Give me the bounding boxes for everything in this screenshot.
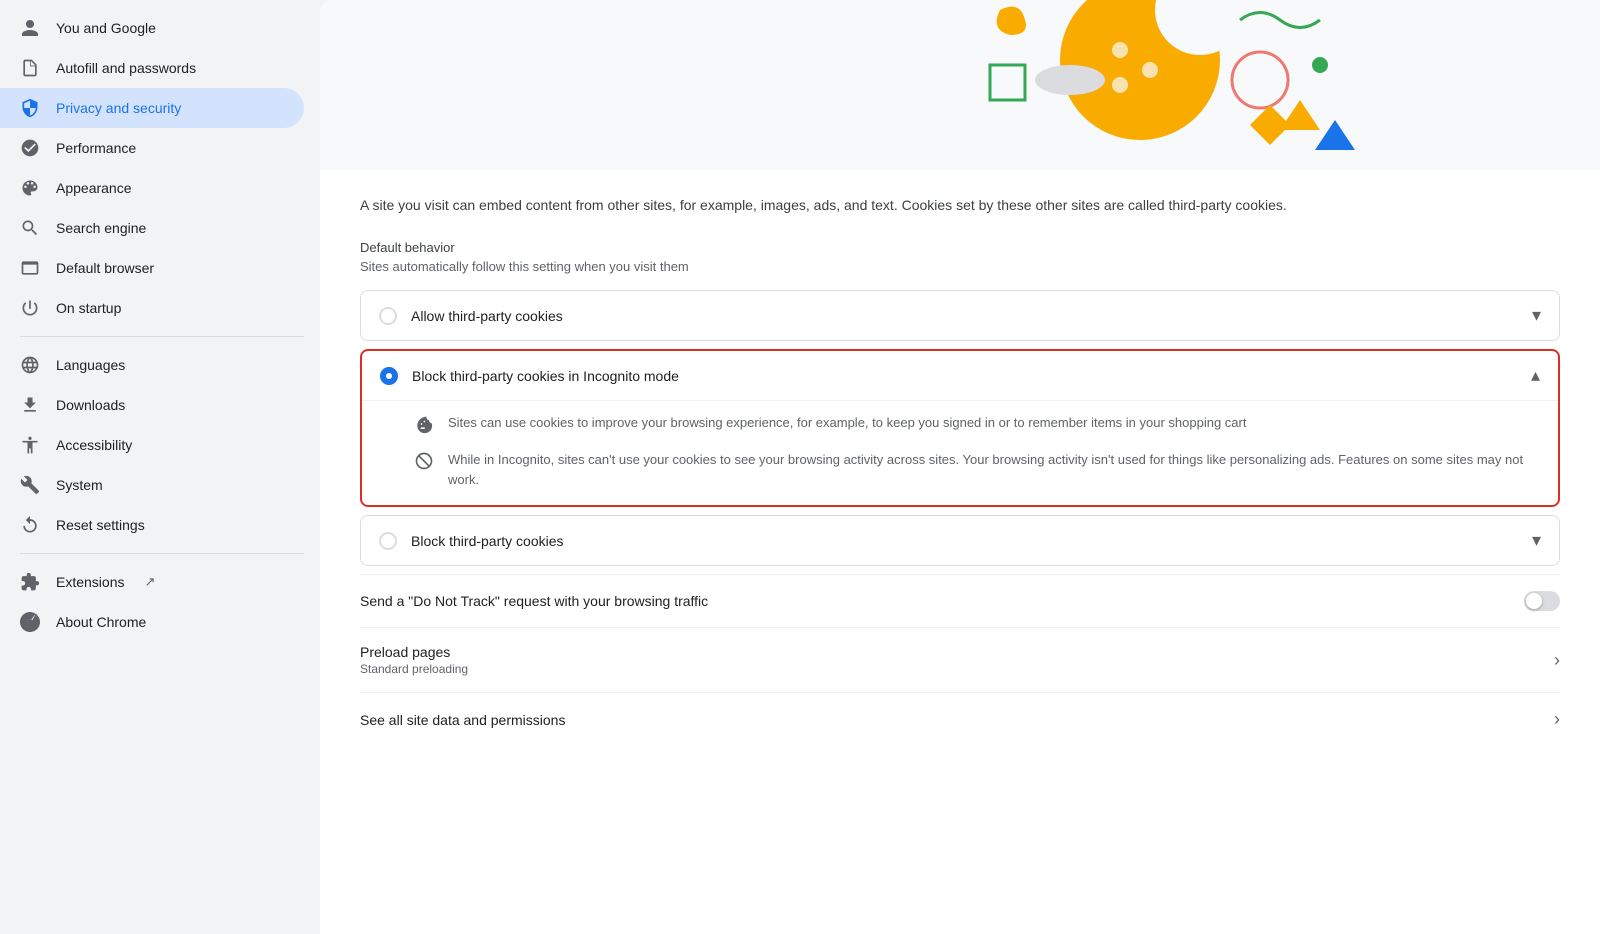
allow-chevron-icon: ▾: [1532, 305, 1541, 326]
sidebar-item-reset[interactable]: Reset settings: [0, 505, 304, 545]
radio-left: Allow third-party cookies: [379, 307, 563, 325]
sidebar-item-label: Reset settings: [56, 517, 145, 533]
sidebar-item-accessibility[interactable]: Accessibility: [0, 425, 304, 465]
default-behavior-section: Default behavior Sites automatically fol…: [360, 240, 1560, 274]
sidebar-item-label: Search engine: [56, 220, 146, 236]
site-data-row[interactable]: See all site data and permissions ›: [360, 692, 1560, 746]
sidebar-item-about[interactable]: About Chrome: [0, 602, 304, 642]
sidebar-item-system[interactable]: System: [0, 465, 304, 505]
chrome-icon: [20, 612, 40, 632]
detail-item-incognito: While in Incognito, sites can't use your…: [414, 450, 1542, 489]
block-incognito-option[interactable]: Block third-party cookies in Incognito m…: [360, 349, 1560, 507]
main-content: A site you visit can embed content from …: [320, 0, 1600, 934]
sidebar-item-extensions[interactable]: Extensions ↗: [0, 562, 304, 602]
sidebar-item-label: You and Google: [56, 20, 156, 36]
site-data-arrow: ›: [1554, 709, 1560, 730]
preload-pages-subtitle: Standard preloading: [360, 662, 468, 676]
detail-item-cookies: Sites can use cookies to improve your br…: [414, 413, 1542, 434]
block-incognito-label: Block third-party cookies in Incognito m…: [412, 368, 679, 384]
sidebar-item-default-browser[interactable]: Default browser: [0, 248, 304, 288]
radio-left: Block third-party cookies in Incognito m…: [380, 367, 679, 385]
sidebar-item-autofill[interactable]: Autofill and passwords: [0, 48, 304, 88]
sidebar-item-label: On startup: [56, 300, 121, 316]
sidebar: You and Google Autofill and passwords Pr…: [0, 0, 320, 934]
do-not-track-row[interactable]: Send a "Do Not Track" request with your …: [360, 574, 1560, 627]
extensions-icon: [20, 572, 40, 592]
sidebar-item-label: Accessibility: [56, 437, 132, 453]
preload-pages-title: Preload pages: [360, 644, 468, 660]
site-data-title: See all site data and permissions: [360, 712, 565, 728]
sidebar-item-performance[interactable]: Performance: [0, 128, 304, 168]
globe-icon: [20, 355, 40, 375]
external-link-icon: ↗: [144, 574, 155, 590]
search-icon: [20, 218, 40, 238]
sidebar-divider-2: [20, 553, 304, 554]
sidebar-item-label: Appearance: [56, 180, 132, 196]
block-all-label: Block third-party cookies: [411, 533, 564, 549]
radio-left: Block third-party cookies: [379, 532, 564, 550]
sidebar-item-label: Languages: [56, 357, 125, 373]
system-icon: [20, 475, 40, 495]
description-text: A site you visit can embed content from …: [360, 194, 1560, 216]
autofill-icon: [20, 58, 40, 78]
sidebar-item-label: Performance: [56, 140, 136, 156]
cookie-detail-icon: [414, 414, 434, 434]
sidebar-item-label: Privacy and security: [56, 100, 181, 116]
sidebar-divider-1: [20, 336, 304, 337]
sidebar-item-label: Extensions: [56, 574, 124, 590]
allow-cookies-option[interactable]: Allow third-party cookies ▾: [360, 290, 1560, 341]
browser-icon: [20, 258, 40, 278]
sidebar-item-label: System: [56, 477, 103, 493]
sidebar-item-downloads[interactable]: Downloads: [0, 385, 304, 425]
sidebar-item-label: Autofill and passwords: [56, 60, 196, 76]
detail-text-incognito: While in Incognito, sites can't use your…: [448, 450, 1542, 489]
accessibility-icon: [20, 435, 40, 455]
default-behavior-label: Default behavior: [360, 240, 1560, 255]
block-incognito-chevron-icon: ▴: [1531, 365, 1540, 386]
sidebar-item-search-engine[interactable]: Search engine: [0, 208, 304, 248]
expanded-details: Sites can use cookies to improve your br…: [362, 400, 1558, 505]
person-icon: [20, 18, 40, 38]
block-all-option[interactable]: Block third-party cookies ▾: [360, 515, 1560, 566]
decorative-header: [320, 0, 1600, 170]
sidebar-item-languages[interactable]: Languages: [0, 345, 304, 385]
sidebar-item-label: Default browser: [56, 260, 154, 276]
reset-icon: [20, 515, 40, 535]
sidebar-item-label: About Chrome: [56, 614, 146, 630]
performance-icon: [20, 138, 40, 158]
sidebar-item-privacy[interactable]: Privacy and security: [0, 88, 304, 128]
palette-icon: [20, 178, 40, 198]
content-body: A site you visit can embed content from …: [320, 170, 1600, 770]
block-detail-icon: [414, 451, 434, 471]
download-icon: [20, 395, 40, 415]
sidebar-item-label: Downloads: [56, 397, 125, 413]
preload-pages-row[interactable]: Preload pages Standard preloading ›: [360, 627, 1560, 692]
preload-pages-arrow: ›: [1554, 650, 1560, 671]
allow-cookies-label: Allow third-party cookies: [411, 308, 563, 324]
sidebar-item-you-and-google[interactable]: You and Google: [0, 8, 304, 48]
block-all-chevron-icon: ▾: [1532, 530, 1541, 551]
detail-text-cookies: Sites can use cookies to improve your br…: [448, 413, 1246, 433]
sidebar-item-appearance[interactable]: Appearance: [0, 168, 304, 208]
allow-radio-circle: [379, 307, 397, 325]
block-incognito-radio-circle: [380, 367, 398, 385]
do-not-track-title: Send a "Do Not Track" request with your …: [360, 593, 708, 609]
power-icon: [20, 298, 40, 318]
shield-icon: [20, 98, 40, 118]
default-behavior-sublabel: Sites automatically follow this setting …: [360, 259, 1560, 274]
do-not-track-toggle[interactable]: [1524, 591, 1560, 611]
sidebar-item-on-startup[interactable]: On startup: [0, 288, 304, 328]
block-all-radio-circle: [379, 532, 397, 550]
